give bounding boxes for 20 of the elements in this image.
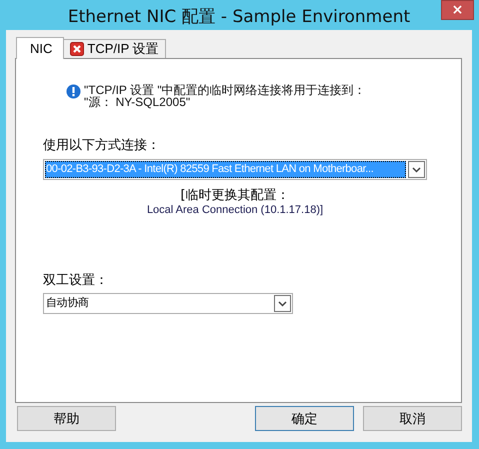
error-icon xyxy=(70,42,84,56)
field-label: 使用以下方式连接： xyxy=(43,137,161,154)
connection-name: Local Area Connection (10.1.17.18)] xyxy=(146,204,324,216)
chevron-down-icon[interactable] xyxy=(408,161,425,178)
config-label: [临时更换其配置： xyxy=(180,187,290,204)
notice-text: "源： NY-SQL2005" xyxy=(84,96,190,108)
field-label: 双工设置： xyxy=(43,272,109,289)
dialog-button[interactable]: 取消 xyxy=(363,406,462,431)
dropdown-value: 00-02-B3-93-D2-3A - Intel(R) 82559 Fast Ethernet LAN on Motherboar... xyxy=(45,161,406,178)
dropdown[interactable]: 自动协商 xyxy=(43,293,293,314)
tab[interactable]: NIC xyxy=(16,37,64,59)
info-icon xyxy=(66,84,81,99)
close-button[interactable]: × xyxy=(441,0,474,20)
dropdown-value: 自动协商 xyxy=(45,296,90,311)
notice-text: "TCP/IP 设置 "中配置的临时网络连接将用于连接到： xyxy=(84,84,366,96)
chevron-down-icon[interactable] xyxy=(274,295,291,312)
window-title: Ethernet NIC 配置 - Sample Environment xyxy=(68,6,410,28)
dialog-button[interactable]: 帮助 xyxy=(17,406,116,431)
dialog-button[interactable]: 确定 xyxy=(255,406,354,431)
tab[interactable]: TCP/IP 设置 xyxy=(63,39,166,58)
